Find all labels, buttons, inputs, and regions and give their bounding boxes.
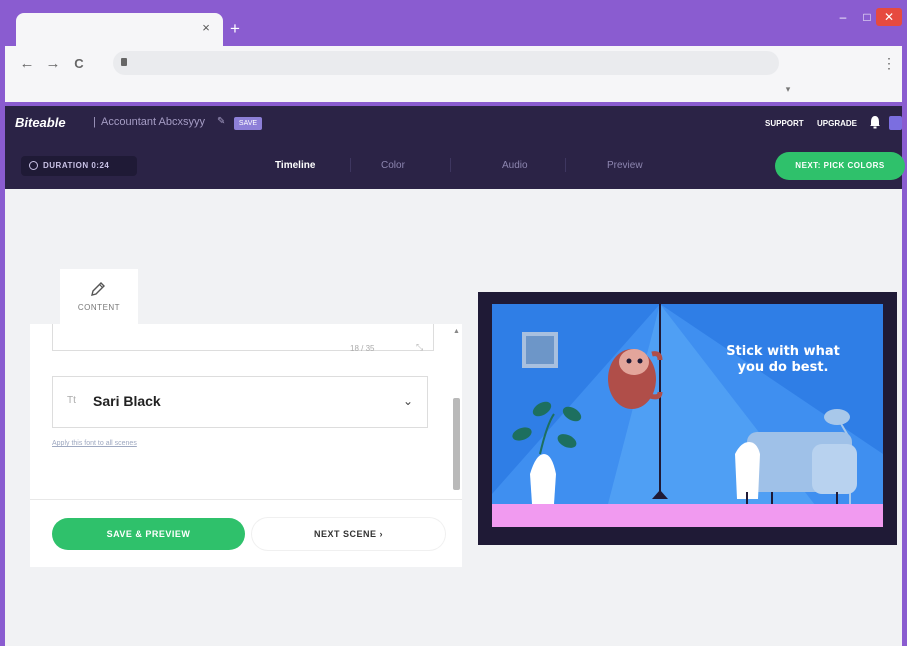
tab-timeline[interactable]: Timeline (275, 160, 315, 171)
project-name[interactable]: Accountant Abcxsyyy (101, 116, 205, 128)
support-link[interactable]: SUPPORT (765, 119, 804, 128)
scene-editor-panel: 18 / 35 ⤡ Tt Sari Black ⌄ Apply this fon… (30, 324, 462, 567)
bell-icon[interactable] (869, 115, 881, 129)
apply-font-all-link[interactable]: Apply this font to all scenes (52, 440, 137, 447)
tab-color[interactable]: Color (381, 160, 405, 171)
panel-scrollbar[interactable]: ▲ (450, 324, 462, 499)
tab-close-icon[interactable]: × (199, 21, 213, 35)
tab-audio[interactable]: Audio (502, 160, 528, 171)
content-tab[interactable]: CONTENT (60, 269, 138, 324)
headline-text-field[interactable] (52, 324, 434, 351)
rename-pencil-icon[interactable]: ✎ (217, 116, 225, 127)
duration-label: DURATION 0:24 (43, 161, 110, 170)
window-minimize-button[interactable]: – (832, 8, 854, 26)
avatar[interactable] (889, 116, 902, 130)
step-divider (450, 158, 451, 172)
forward-icon[interactable]: → (43, 54, 63, 74)
address-bar[interactable] (113, 51, 779, 75)
scene-illustration (492, 304, 883, 527)
scroll-thumb[interactable] (453, 398, 460, 490)
window-maximize-button[interactable]: □ (856, 8, 878, 26)
save-preview-button[interactable]: SAVE & PREVIEW (52, 518, 245, 550)
clock-icon (29, 161, 38, 171)
new-tab-button[interactable]: + (230, 20, 240, 37)
video-preview[interactable]: Stick with what you do best. (478, 292, 897, 545)
steps-bar: DURATION 0:24 Timeline Color Audio Previ… (5, 142, 905, 189)
save-pill[interactable]: SAVE (234, 117, 262, 130)
font-select-value: Sari Black (93, 393, 161, 409)
tab-preview[interactable]: Preview (607, 160, 643, 171)
browser-tab[interactable]: × (16, 13, 223, 46)
lock-icon (121, 58, 127, 66)
scroll-up-icon[interactable]: ▲ (453, 328, 460, 335)
app-header: Biteable | Accountant Abcxsyyy ✎ SAVE SU… (5, 106, 902, 142)
resize-handle-icon[interactable]: ⤡ (416, 342, 423, 353)
duration-button[interactable]: DURATION 0:24 (21, 156, 137, 176)
scene-canvas: Stick with what you do best. (492, 304, 883, 527)
browser-menu-icon[interactable]: ⋮ (881, 54, 897, 72)
scene-headline: Stick with what you do best. (726, 344, 840, 375)
content-tab-label: CONTENT (77, 303, 121, 312)
chevron-down-icon: ⌄ (402, 394, 413, 408)
next-pick-colors-button[interactable]: NEXT: PICK COLORS (775, 152, 905, 180)
window-close-button[interactable]: ✕ (876, 8, 902, 26)
character-count: 18 / 35 (350, 344, 375, 353)
browser-titlebar: × + – □ ✕ (0, 0, 907, 46)
step-divider (350, 158, 351, 172)
scene-floor (492, 504, 883, 527)
pencil-icon (91, 282, 105, 296)
next-scene-button[interactable]: NEXT SCENE › (252, 518, 445, 550)
font-type-icon: Tt (67, 395, 76, 406)
browser-toolbar: ← → C ⋮ ▾ (5, 46, 902, 102)
extension-icon[interactable]: ▾ (781, 82, 795, 96)
panel-divider (30, 499, 462, 500)
reload-icon[interactable]: C (69, 54, 89, 74)
font-select[interactable]: Tt Sari Black ⌄ (52, 376, 428, 428)
biteable-logo[interactable]: Biteable (15, 115, 66, 130)
upgrade-link[interactable]: UPGRADE (817, 119, 857, 128)
breadcrumb-separator: | (93, 116, 96, 128)
step-divider (565, 158, 566, 172)
back-icon[interactable]: ← (17, 54, 37, 74)
